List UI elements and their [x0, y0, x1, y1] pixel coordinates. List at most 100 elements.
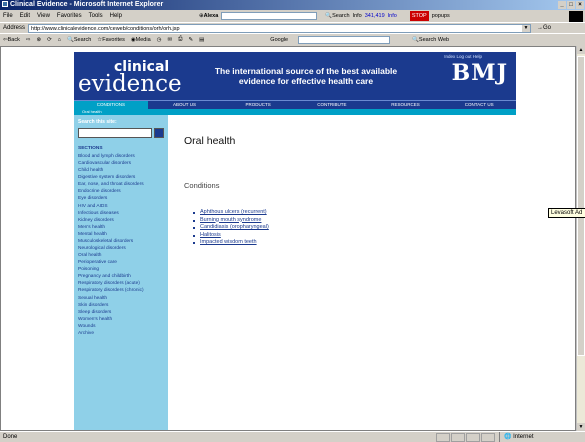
section-link[interactable]: Neurological disorders [78, 245, 166, 252]
google-label: Google [270, 36, 289, 43]
maximize-button[interactable]: □ [567, 1, 575, 9]
status-bar: Done 🌐 Internet [0, 431, 585, 442]
condition-link[interactable]: Halitosis [193, 232, 269, 240]
mail-icon[interactable]: ✉ [167, 37, 172, 43]
page-viewport: clinical evidence The international sour… [0, 46, 576, 431]
section-link[interactable]: Digestive system disorders [78, 174, 166, 181]
menu-edit[interactable]: Edit [20, 10, 30, 22]
menu-tools[interactable]: Tools [89, 10, 103, 22]
updown-link[interactable]: Info [388, 11, 397, 21]
menu-favorites[interactable]: Favorites [57, 10, 82, 22]
condition-link[interactable]: Aphthous ulcers (recurrent) [193, 209, 269, 217]
tab-contact-us[interactable]: CONTACT US [442, 101, 516, 109]
back-button[interactable]: ⇦Back [3, 37, 20, 43]
forward-button[interactable]: ⇨ [26, 37, 31, 43]
site-header: clinical evidence The international sour… [74, 52, 516, 100]
section-link[interactable]: Sexual health [78, 295, 166, 302]
section-link[interactable]: Eye disorders [78, 195, 166, 202]
scroll-thumb[interactable] [577, 56, 585, 356]
site-search-input[interactable] [78, 128, 152, 138]
close-button[interactable]: × [576, 1, 584, 9]
section-link[interactable]: HIV and AIDS [78, 203, 166, 210]
print-icon[interactable]: ⎙ [178, 36, 182, 43]
section-link[interactable]: Skin disorders [78, 302, 166, 309]
section-link[interactable]: Archive [78, 330, 166, 337]
logo-evidence: evidence [78, 71, 182, 97]
section-link[interactable]: Endocrine disorders [78, 188, 166, 195]
scroll-down-icon[interactable]: ▼ [577, 423, 585, 431]
address-label: Address [3, 24, 26, 31]
edit-icon[interactable]: ✎ [188, 37, 193, 43]
tab-conditions[interactable]: CONDITIONS [74, 101, 148, 109]
tab-about-us[interactable]: ABOUT US [148, 101, 222, 109]
section-link[interactable]: Respiratory disorders (chronic) [78, 287, 166, 294]
top-links[interactable]: Index Log out Help [444, 54, 482, 59]
menu-help[interactable]: Help [110, 10, 122, 22]
ie-icon [2, 1, 8, 8]
go-button[interactable]: →Go [537, 23, 551, 34]
alexa-input[interactable] [221, 12, 318, 20]
conditions-list: Aphthous ulcers (recurrent) Burning mouth… [193, 209, 269, 247]
condition-link[interactable]: Impacted wisdom teeth [193, 239, 269, 247]
page-title: Oral health [184, 135, 236, 147]
favorites-button[interactable]: ☆Favorites [97, 37, 125, 43]
traffic-rank[interactable]: 341,419 [365, 11, 385, 21]
main-content: Oral health Conditions Aphthous ulcers (… [168, 115, 516, 430]
media-button[interactable]: ◉Media [131, 37, 151, 43]
chevron-down-icon[interactable]: ▼ [522, 24, 531, 32]
section-link[interactable]: Cardiovascular disorders [78, 160, 166, 167]
refresh-icon[interactable]: ⟳ [47, 37, 52, 43]
condition-link[interactable]: Candidiasis (oropharyngeal) [193, 224, 269, 232]
browser-window: Clinical Evidence - Microsoft Internet E… [0, 0, 585, 442]
stop-popups-button[interactable]: STOP [409, 11, 429, 21]
section-link[interactable]: Infectious diseases [78, 210, 166, 217]
levasoft-ad-tooltip: Levasoft Ad [548, 208, 585, 218]
title-bar: Clinical Evidence - Microsoft Internet E… [0, 0, 585, 10]
stop-icon[interactable]: ⊗ [36, 37, 41, 43]
alexa-button[interactable]: ⊕ Alexa [199, 11, 218, 21]
section-link[interactable]: Oral health [78, 252, 166, 259]
section-link[interactable]: Sleep disorders [78, 309, 166, 316]
search-button[interactable]: 🔍Search [67, 37, 91, 43]
conditions-heading: Conditions [184, 181, 220, 190]
tab-resources[interactable]: RESOURCES [369, 101, 443, 109]
sections-heading: SECTIONS [78, 146, 103, 151]
vertical-scrollbar[interactable]: ▲ ▼ [576, 46, 585, 431]
menu-file[interactable]: File [3, 10, 13, 22]
alexa-search-button[interactable]: 🔍 Search [325, 11, 349, 21]
section-link[interactable]: Mental health [78, 231, 166, 238]
minimize-button[interactable]: _ [558, 1, 566, 9]
search-web-button[interactable]: 🔍Search Web [412, 37, 449, 43]
section-link[interactable]: Perioperative care [78, 259, 166, 266]
section-link[interactable]: Respiratory disorders (acute) [78, 280, 166, 287]
section-link[interactable]: Women's health [78, 316, 166, 323]
section-link[interactable]: Men's health [78, 224, 166, 231]
bmj-logo[interactable]: BMJ [452, 60, 508, 86]
menu-bar: File Edit View Favorites Tools Help ⊕ Ale… [0, 10, 585, 22]
discuss-icon[interactable]: ▤ [199, 37, 204, 43]
info-button[interactable]: Info [353, 11, 362, 21]
address-input[interactable]: http://www.clinicalevidence.com/ceweb/co… [28, 23, 532, 33]
subnav-oral-health[interactable]: Oral health [82, 109, 102, 114]
google-search-input[interactable] [298, 35, 391, 44]
history-icon[interactable]: ◷ [157, 37, 162, 43]
tab-contribute[interactable]: CONTRIBUTE [295, 101, 369, 109]
section-link[interactable]: Kidney disorders [78, 217, 166, 224]
section-link[interactable]: Child health [78, 167, 166, 174]
section-link[interactable]: Poisoning [78, 266, 166, 273]
sections-list: Blood and lymph disorders Cardiovascular … [78, 153, 166, 337]
home-icon[interactable]: ⌂ [58, 37, 61, 43]
section-link[interactable]: Blood and lymph disorders [78, 153, 166, 160]
section-link[interactable]: Wounds [78, 323, 166, 330]
menu-view[interactable]: View [37, 10, 50, 22]
scroll-up-icon[interactable]: ▲ [577, 46, 585, 54]
address-url: http://www.clinicalevidence.com/ceweb/co… [31, 25, 180, 32]
tab-products[interactable]: PRODUCTS [221, 101, 295, 109]
section-link[interactable]: Ear, nose, and throat disorders [78, 181, 166, 188]
site-search-button[interactable] [154, 128, 164, 138]
section-link[interactable]: Musculoskeletal disorders [78, 238, 166, 245]
site-logo[interactable]: clinical evidence [78, 60, 182, 97]
condition-link[interactable]: Burning mouth syndrome [193, 217, 269, 225]
section-link[interactable]: Pregnancy and childbirth [78, 273, 166, 280]
window-title: Clinical Evidence - Microsoft Internet E… [10, 1, 164, 8]
